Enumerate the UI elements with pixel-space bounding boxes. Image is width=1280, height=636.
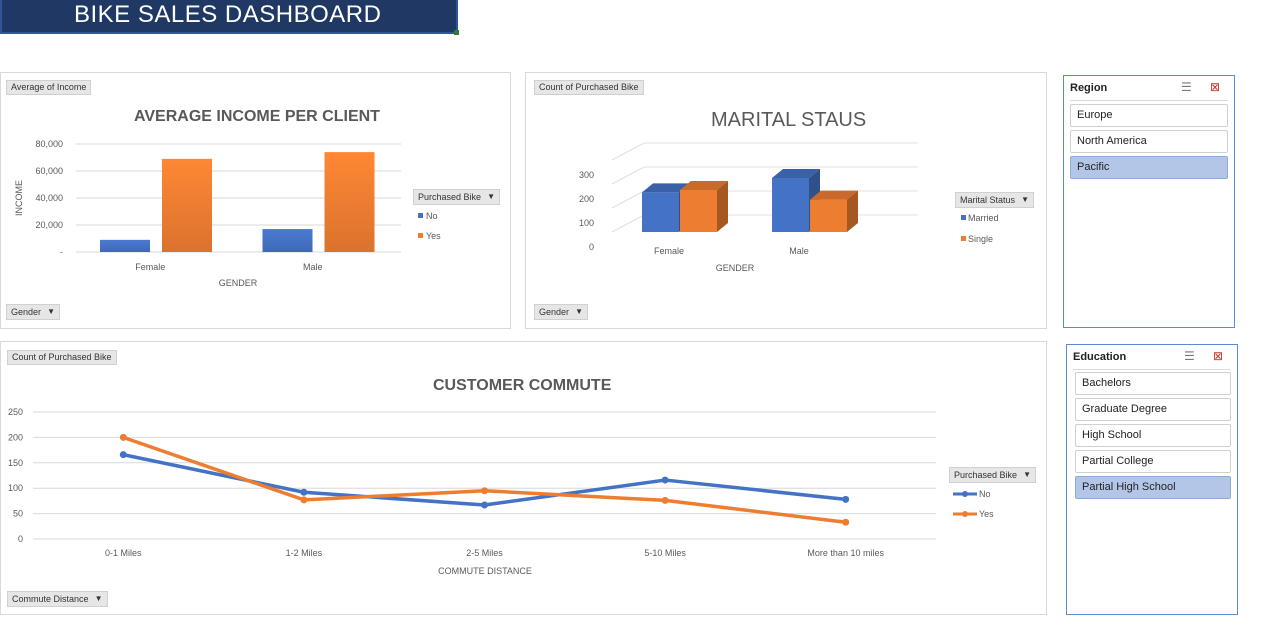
income-x-axis-label: GENDER (219, 278, 258, 288)
x-tick-label: 1-2 Miles (286, 548, 323, 558)
legend-swatch (418, 213, 423, 218)
x-tick-label: Male (789, 246, 809, 256)
legend-marker (962, 511, 968, 517)
legend-swatch (418, 233, 423, 238)
y-tick-label: 200 (579, 194, 594, 204)
marital-x-axis-label: GENDER (716, 263, 755, 273)
legend-label-no: No (979, 489, 991, 499)
slicer-item-bachelors[interactable]: Bachelors (1075, 372, 1231, 395)
slicer-item-high-school[interactable]: High School (1075, 424, 1231, 447)
bar-single-female (680, 190, 717, 232)
slicer-item-partial-high-school[interactable]: Partial High School (1075, 476, 1231, 499)
bar-yes-female (162, 158, 212, 252)
x-tick-label: 0-1 Miles (105, 548, 142, 558)
education-slicer: Education ☰ ⊠ Bachelors Graduate Degree Hi… (1066, 344, 1238, 615)
commute-chart-panel: Count of Purchased Bike CUSTOMER COMMUTE… (0, 341, 1047, 615)
point-no-1 (300, 488, 308, 496)
commute-x-axis-label: COMMUTE DISTANCE (438, 566, 532, 576)
point-yes-2 (481, 487, 488, 495)
legend-marker (962, 491, 968, 497)
bar-married-male (772, 178, 809, 232)
point-yes-0 (119, 433, 127, 441)
slicer-item-europe[interactable]: Europe (1070, 104, 1228, 127)
y-tick-label: 50 (13, 509, 23, 519)
y-tick-label: - (60, 247, 63, 257)
point-yes-3 (661, 496, 669, 504)
dashboard-title-text: BIKE SALES DASHBOARD (74, 1, 382, 28)
bar-no-female (100, 239, 150, 252)
y-tick-label: 80,000 (35, 139, 63, 149)
point-no-2 (481, 501, 488, 509)
y-tick-label: 40,000 (35, 193, 63, 203)
commute-chart: COMMUTE DISTANCE 250 200 150 100 50 0 0-1 Mil… (8, 407, 994, 576)
slicer-header-divider (1073, 369, 1231, 370)
income-chart: INCOME GENDER 80,00060,00040,00020,000- … (14, 139, 441, 288)
bar-single-male (810, 199, 847, 232)
dashboard-title: BIKE SALES DASHBOARD (0, 0, 459, 35)
y-tick-label: 200 (8, 432, 23, 442)
slicer-item-north-america[interactable]: North America (1070, 130, 1228, 153)
clear-filter-icon[interactable]: ⊠ (1213, 349, 1223, 363)
clear-filter-icon[interactable]: ⊠ (1210, 80, 1220, 94)
point-yes-4 (842, 518, 850, 526)
region-slicer-header: Region (1070, 82, 1108, 94)
x-tick-label: Male (303, 262, 323, 272)
y-tick-label: 100 (579, 218, 594, 228)
bar-married-female (642, 192, 679, 232)
slicer-item-graduate-degree[interactable]: Graduate Degree (1075, 398, 1231, 421)
point-no-3 (661, 476, 669, 484)
bar-no-male (262, 229, 313, 252)
banner-resize-handle[interactable] (454, 30, 459, 35)
x-tick-label: Female (654, 246, 684, 256)
x-tick-label: More than 10 miles (807, 548, 884, 558)
multi-select-icon[interactable]: ☰ (1181, 80, 1192, 94)
gridline (611, 166, 918, 185)
marital-chart-panel: Count of Purchased Bike MARITAL STAUS Ma… (525, 72, 1047, 329)
legend-label-no: No (426, 211, 438, 221)
y-tick-label: 300 (579, 170, 594, 180)
x-tick-label: Female (135, 262, 165, 272)
legend-swatch (961, 215, 966, 220)
multi-select-icon[interactable]: ☰ (1184, 349, 1195, 363)
slicer-item-partial-college[interactable]: Partial College (1075, 450, 1231, 473)
marital-chart: GENDER 300 200 100 0 Female Male Married Sing… (579, 142, 999, 273)
y-tick-label: 0 (589, 242, 594, 252)
income-y-axis-label: INCOME (14, 180, 24, 216)
legend-label-yes: Yes (979, 509, 994, 519)
bar-yes-male (324, 152, 375, 252)
legend-label-married: Married (968, 213, 999, 223)
income-chart-panel: Average of Income AVERAGE INCOME PER CLI… (0, 72, 511, 329)
y-tick-label: 20,000 (35, 220, 63, 230)
x-tick-label: 5-10 Miles (644, 548, 686, 558)
point-yes-1 (300, 496, 308, 504)
slicer-header-divider (1070, 100, 1228, 101)
point-no-0 (119, 451, 127, 459)
gridline (611, 142, 918, 161)
slicer-item-pacific[interactable]: Pacific (1070, 156, 1228, 179)
line-series-no (122, 452, 846, 507)
education-slicer-header: Education (1073, 351, 1127, 363)
legend-swatch (961, 236, 966, 241)
legend-label-yes: Yes (426, 231, 441, 241)
x-tick-label: 2-5 Miles (466, 548, 503, 558)
region-slicer: Region ☰ ⊠ Europe North America Pacific (1063, 75, 1235, 328)
y-tick-label: 60,000 (35, 166, 63, 176)
legend-label-single: Single (968, 234, 993, 244)
point-no-4 (842, 495, 850, 503)
bar-side-face (717, 181, 728, 232)
line-series-yes (122, 435, 846, 524)
y-tick-label: 100 (8, 483, 23, 493)
y-tick-label: 150 (8, 458, 23, 468)
y-tick-label: 0 (18, 534, 23, 544)
y-tick-label: 250 (8, 407, 23, 417)
